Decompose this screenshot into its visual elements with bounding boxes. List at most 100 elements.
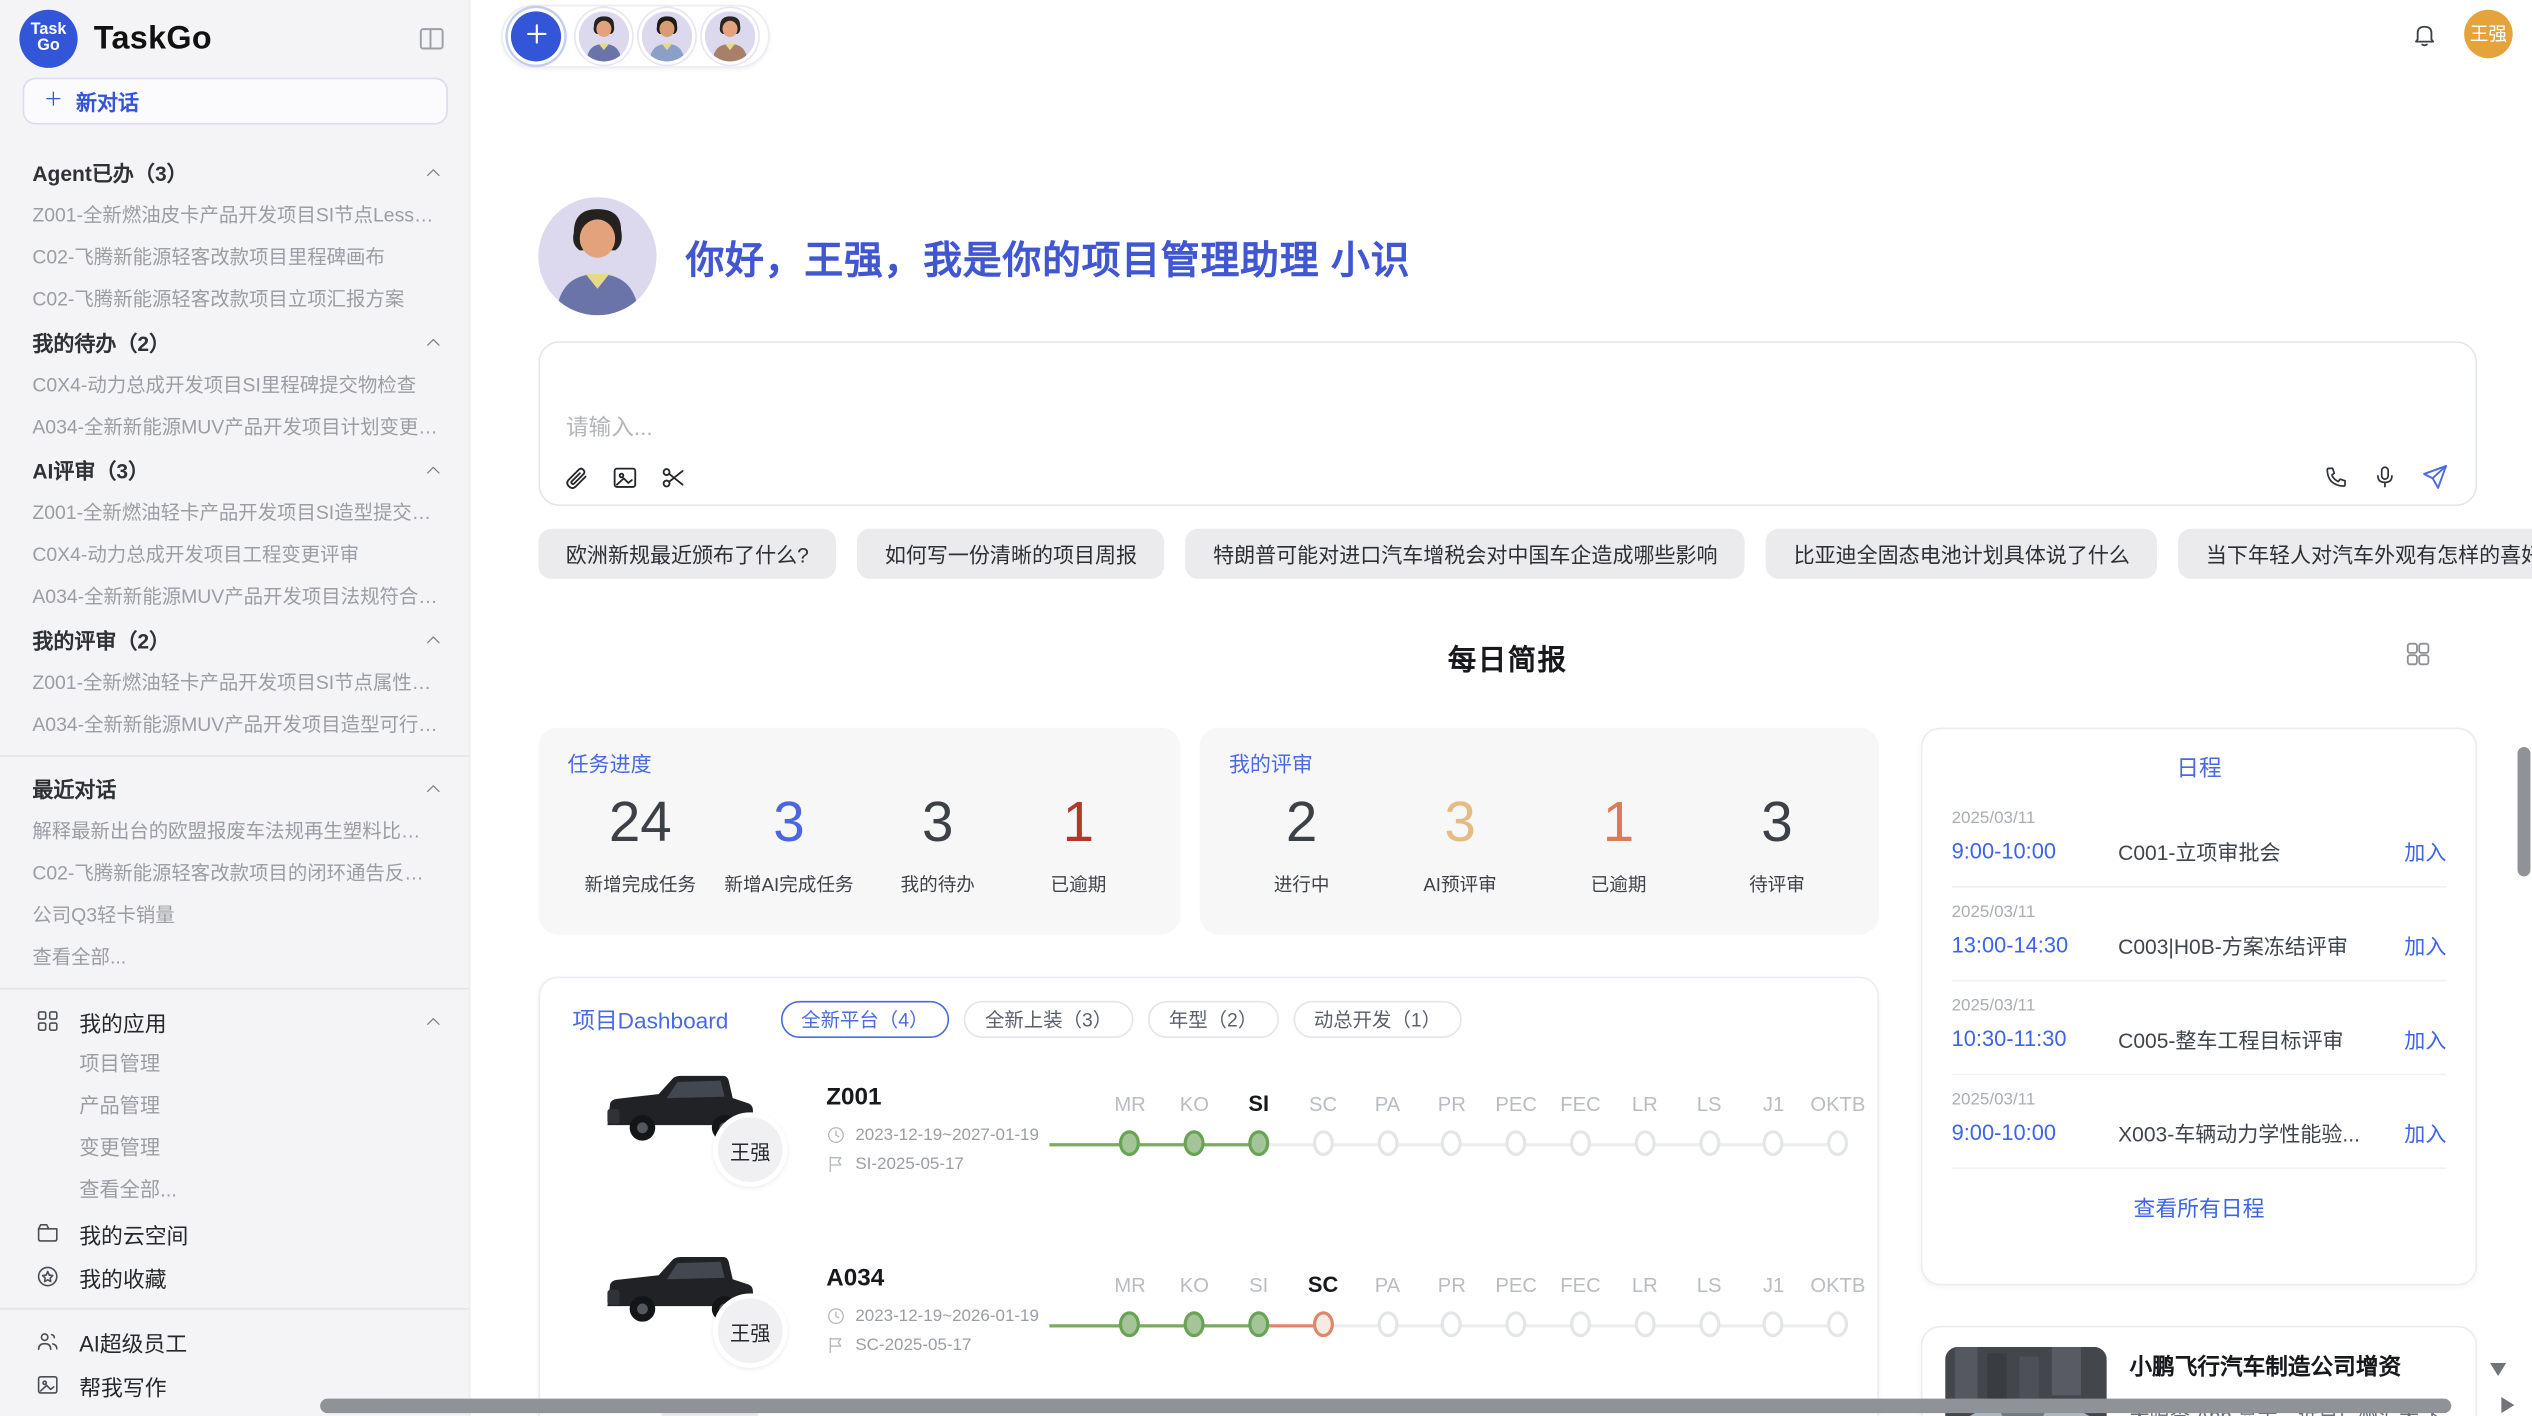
milestone-node[interactable]	[1506, 1130, 1527, 1156]
new-chat-button[interactable]: 新对话	[23, 78, 448, 125]
milestone-node[interactable]	[1506, 1311, 1527, 1337]
milestone-label: J1	[1763, 1087, 1784, 1123]
horizontal-scrollbar-thumb[interactable]	[320, 1399, 2451, 1414]
sidebar-item-cloud-folder-icon[interactable]: 我的云空间	[0, 1211, 469, 1255]
join-meeting-link[interactable]: 加入	[2404, 1023, 2446, 1054]
milestone-node[interactable]	[1184, 1311, 1205, 1337]
sidebar-list-item[interactable]: C02-飞腾新能源轻客改款项目立项汇报方案	[0, 278, 469, 320]
milestone-label: J1	[1763, 1268, 1784, 1304]
sidebar-section-title[interactable]: 最近对话	[0, 766, 469, 810]
sidebar-list-item[interactable]: C02-飞腾新能源轻客改款项目里程碑画布	[0, 236, 469, 278]
milestone-node[interactable]	[1699, 1311, 1720, 1337]
milestone-node[interactable]	[1763, 1130, 1784, 1156]
sidebar-list-item[interactable]: A034-全新新能源MUV产品开发项目计划变更表编写	[0, 406, 469, 448]
sidebar-subitem[interactable]: 项目管理	[0, 1043, 469, 1085]
sidebar-list-item[interactable]: C0X4-动力总成开发项目工程变更评审	[0, 534, 469, 576]
join-meeting-link[interactable]: 加入	[2404, 930, 2446, 961]
chevron-up-icon[interactable]	[424, 630, 443, 649]
sidebar-section-title[interactable]: 我的待办（2）	[0, 320, 469, 364]
milestone-node[interactable]	[1313, 1130, 1334, 1156]
dashboard-tab[interactable]: 年型（2）	[1148, 1001, 1278, 1038]
milestone-node[interactable]	[1441, 1130, 1462, 1156]
suggestion-chip[interactable]: 当下年轻人对汽车外观有怎样的喜好趋势	[2178, 529, 2532, 579]
sidebar-section-title[interactable]: 我的评审（2）	[0, 618, 469, 662]
sidebar-item-users-icon[interactable]: AI超级员工	[0, 1319, 469, 1363]
vertical-scrollbar-thumb[interactable]	[2518, 747, 2531, 876]
milestone-node[interactable]	[1377, 1130, 1398, 1156]
sidebar-list-item[interactable]: Z001-全新燃油皮卡产品开发项目SI节点Lesson Learn报告	[0, 194, 469, 236]
dashboard-tab[interactable]: 全新平台（4）	[780, 1001, 949, 1038]
stat-label: 新增AI完成任务	[724, 872, 853, 898]
view-all-schedule-link[interactable]: 查看所有日程	[1952, 1169, 2447, 1243]
sidebar-item-star-badge-icon[interactable]: 我的收藏	[0, 1255, 469, 1299]
milestone-node[interactable]	[1827, 1311, 1848, 1337]
project-row[interactable]: 王强 Z001 2023-12-19~2027-01-19 SI-2025-05…	[540, 1064, 1877, 1219]
milestone-node[interactable]	[1248, 1130, 1269, 1156]
layout-grid-icon[interactable]	[2404, 640, 2431, 667]
phone-call-icon[interactable]	[2323, 464, 2349, 490]
suggestion-chip[interactable]: 比亚迪全固态电池计划具体说了什么	[1766, 529, 2157, 579]
stat-value: 3	[1720, 787, 1833, 858]
notification-bell-icon[interactable]	[2411, 20, 2438, 47]
join-meeting-link[interactable]: 加入	[2404, 836, 2446, 867]
milestone-node[interactable]	[1570, 1130, 1591, 1156]
milestone-node[interactable]	[1313, 1311, 1334, 1337]
chevron-up-icon[interactable]	[424, 779, 443, 798]
chat-avatar-3[interactable]	[705, 11, 755, 61]
project-row[interactable]: 王强 A034 2023-12-19~2026-01-19 SC-2025-05…	[540, 1245, 1877, 1400]
sidebar-list-item[interactable]: Z001-全新燃油轻卡产品开发项目SI节点属性5D文件评审	[0, 661, 469, 703]
sidebar-list-item[interactable]: 查看全部...	[0, 936, 469, 978]
milestone-PR: PR	[1420, 1268, 1484, 1401]
sidebar-list-item[interactable]: C0X4-动力总成开发项目SI里程碑提交物检查	[0, 364, 469, 406]
chevron-up-icon[interactable]	[424, 162, 443, 181]
milestone-node[interactable]	[1827, 1130, 1848, 1156]
scroll-right-arrow[interactable]	[2501, 1397, 2514, 1413]
chat-avatar-1[interactable]	[579, 11, 629, 61]
dashboard-tab[interactable]: 全新上装（3）	[964, 1001, 1133, 1038]
message-composer[interactable]: 请输入...	[538, 341, 2477, 506]
milestone-node[interactable]	[1570, 1311, 1591, 1337]
sidebar-subitem[interactable]: 产品管理	[0, 1085, 469, 1127]
milestone-node[interactable]	[1763, 1311, 1784, 1337]
chat-avatar-2[interactable]	[642, 11, 692, 61]
suggestion-chip[interactable]: 欧洲新规最近颁布了什么?	[538, 529, 836, 579]
collapse-sidebar-icon[interactable]	[417, 24, 446, 53]
send-button[interactable]	[2420, 462, 2449, 491]
milestone-node[interactable]	[1634, 1311, 1655, 1337]
microphone-icon[interactable]	[2372, 464, 2398, 490]
sidebar-item-my-apps[interactable]: 我的应用	[0, 999, 469, 1043]
sidebar-section-title[interactable]: AI评审（3）	[0, 448, 469, 492]
sidebar-list-item[interactable]: 解释最新出台的欧盟报废车法规再生塑料比例被调至15%...	[0, 810, 469, 852]
image-upload-icon[interactable]	[611, 464, 638, 491]
chevron-up-icon[interactable]	[424, 1011, 443, 1030]
sidebar-subitem[interactable]: 查看全部...	[0, 1169, 469, 1211]
attachment-icon[interactable]	[563, 464, 590, 491]
screenshot-scissors-icon[interactable]	[660, 464, 687, 491]
scroll-down-arrow[interactable]	[2490, 1363, 2506, 1376]
suggestion-chip[interactable]: 如何写一份清晰的项目周报	[857, 529, 1164, 579]
sidebar-subitem[interactable]: 变更管理	[0, 1127, 469, 1169]
sidebar-list-item[interactable]: Z001-全新燃油轻卡产品开发项目SI造型提交物评审	[0, 492, 469, 534]
milestone-node[interactable]	[1248, 1311, 1269, 1337]
sidebar: Task Go TaskGo 新对话 Agent已办（3） Z001-全新燃油皮…	[0, 0, 471, 1416]
sidebar-list-item[interactable]: A034-全新新能源MUV产品开发项目法规符合性评审	[0, 576, 469, 618]
user-avatar[interactable]: 王强	[2464, 10, 2513, 59]
milestone-node[interactable]	[1634, 1130, 1655, 1156]
dashboard-tab[interactable]: 动总开发（1）	[1293, 1001, 1462, 1038]
milestone-node[interactable]	[1120, 1130, 1141, 1156]
chevron-up-icon[interactable]	[424, 332, 443, 351]
join-meeting-link[interactable]: 加入	[2404, 1117, 2446, 1148]
milestone-node[interactable]	[1120, 1311, 1141, 1337]
milestone-node[interactable]	[1377, 1311, 1398, 1337]
sidebar-list-item[interactable]: C02-飞腾新能源轻客改款项目的闭环通告反馈情况	[0, 852, 469, 894]
suggestion-chip[interactable]: 特朗普可能对进口汽车增税会对中国车企造成哪些影响	[1186, 529, 1745, 579]
milestone-node[interactable]	[1699, 1130, 1720, 1156]
sidebar-section-title[interactable]: Agent已办（3）	[0, 150, 469, 194]
add-chat-button[interactable]	[511, 11, 561, 61]
milestone-node[interactable]	[1441, 1311, 1462, 1337]
milestone-label: OKTB	[1810, 1268, 1865, 1304]
sidebar-list-item[interactable]: 公司Q3轻卡销量	[0, 894, 469, 936]
chevron-up-icon[interactable]	[424, 460, 443, 479]
milestone-node[interactable]	[1184, 1130, 1205, 1156]
sidebar-list-item[interactable]: A034-全新新能源MUV产品开发项目造型可行性评审	[0, 703, 469, 745]
